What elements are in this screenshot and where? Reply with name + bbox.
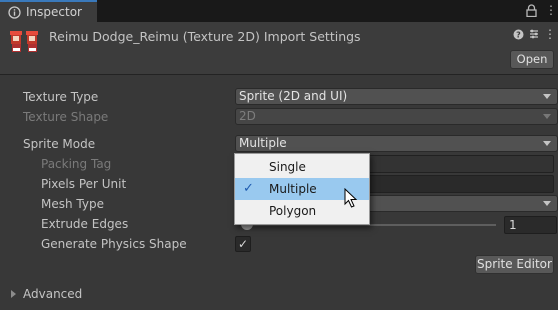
pixels-per-unit-label: Pixels Per Unit [41, 177, 127, 191]
sprite-mode-value: Multiple [239, 136, 287, 150]
inspector-tab[interactable]: Inspector [0, 0, 97, 22]
svg-text:?: ? [516, 31, 521, 40]
mesh-type-label: Mesh Type [41, 197, 104, 211]
info-icon [8, 6, 21, 19]
mouse-cursor-icon [344, 188, 358, 208]
extrude-edges-label: Extrude Edges [41, 217, 129, 231]
chevron-down-icon [543, 201, 551, 206]
extrude-edges-value-field[interactable]: 1 [504, 216, 557, 234]
texture-thumbnail-icon [10, 31, 38, 52]
texture-type-value: Sprite (2D and UI) [239, 89, 348, 103]
packing-tag-field [368, 155, 554, 173]
texture-type-dropdown[interactable]: Sprite (2D and UI) [235, 88, 558, 105]
texture-type-label: Texture Type [23, 90, 99, 104]
kebab-menu-icon[interactable]: ⋮ [545, 3, 557, 17]
texture-shape-label: Texture Shape [23, 110, 109, 124]
generate-physics-shape-checkbox[interactable]: ✓ [235, 236, 251, 252]
chevron-down-icon [543, 141, 551, 146]
chevron-right-icon[interactable] [11, 290, 16, 298]
texture-shape-value: 2D [239, 109, 256, 123]
sprite-editor-button[interactable]: Sprite Editor [475, 255, 554, 274]
chevron-down-icon [543, 94, 551, 99]
open-button[interactable]: Open [510, 50, 554, 69]
menu-item-label: Multiple [269, 182, 317, 196]
texture-shape-dropdown: 2D [235, 108, 558, 125]
advanced-foldout[interactable]: Advanced [23, 287, 82, 301]
sprite-mode-dropdown[interactable]: Multiple [235, 135, 558, 152]
tab-label: Inspector [26, 5, 82, 19]
checkmark-icon: ✓ [243, 181, 254, 196]
lock-icon[interactable] [526, 4, 537, 17]
menu-item-label: Polygon [269, 204, 317, 218]
page-title: Reimu Dodge_Reimu (Texture 2D) Import Se… [49, 29, 361, 44]
help-icon[interactable]: ? [513, 29, 524, 40]
sprite-mode-label: Sprite Mode [23, 137, 96, 151]
menu-item-label: Single [269, 160, 306, 174]
chevron-down-icon [543, 114, 551, 119]
more-icon[interactable]: ⋮ [544, 27, 556, 41]
pixels-per-unit-field[interactable] [368, 175, 554, 193]
menu-item-single[interactable]: Single [235, 156, 369, 178]
generate-physics-shape-label: Generate Physics Shape [41, 237, 187, 251]
packing-tag-label: Packing Tag [41, 157, 112, 171]
preset-settings-icon[interactable] [528, 28, 540, 40]
